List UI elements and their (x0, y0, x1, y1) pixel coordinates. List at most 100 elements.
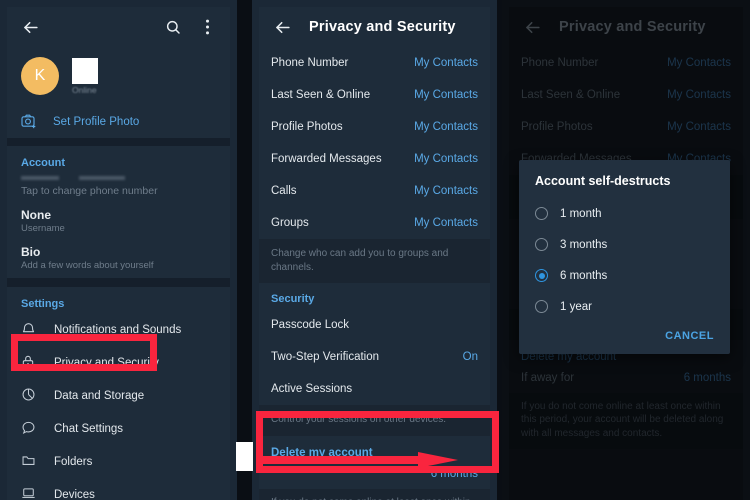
groups-hint: Change who can add you to groups and cha… (259, 239, 490, 283)
option-label: 6 months (560, 269, 608, 282)
username-label: Username (21, 223, 65, 234)
sidebar-item-privacy-and-security[interactable]: Privacy and Security (7, 346, 230, 379)
delete-account-hint: If you do not come online at least once … (259, 488, 490, 500)
security-row-passcode-lock[interactable]: Passcode Lock (259, 309, 490, 341)
profile-name-redacted (72, 57, 98, 84)
row-label: Calls (271, 185, 297, 197)
avatar: K (21, 57, 59, 95)
sidebar-item-notifications[interactable]: Notifications and Sounds (7, 313, 230, 346)
radio-icon-selected[interactable] (535, 269, 548, 282)
cancel-button[interactable]: CANCEL (665, 330, 714, 342)
sidebar-item-folders[interactable]: Folders (7, 445, 230, 478)
set-profile-photo-label: Set Profile Photo (53, 115, 140, 128)
sidebar-item-devices[interactable]: Devices (7, 478, 230, 500)
sidebar-item-label: Data and Storage (54, 389, 145, 402)
bell-icon (21, 321, 38, 338)
overflow-menu-icon[interactable] (196, 16, 218, 38)
username-row[interactable]: None Username (7, 204, 230, 241)
row-label: Groups (271, 217, 309, 229)
profile-header[interactable]: K Online (7, 47, 230, 105)
section-divider (7, 138, 230, 146)
panel-gap-marker (236, 442, 253, 471)
row-value: On (462, 351, 478, 363)
row-value: My Contacts (414, 185, 478, 197)
camera-add-icon (21, 114, 37, 129)
option-1-month[interactable]: 1 month (519, 198, 730, 229)
privacy-row-calls[interactable]: Calls My Contacts (259, 175, 490, 207)
username-value: None (21, 208, 51, 222)
radio-icon[interactable] (535, 238, 548, 251)
sidebar-item-label: Chat Settings (54, 422, 124, 435)
row-label: Phone Number (271, 57, 349, 69)
settings-section-header: Settings (7, 287, 230, 313)
sidebar-item-chat-settings[interactable]: Chat Settings (7, 412, 230, 445)
delete-account-value: 6 months (430, 467, 478, 480)
privacy-row-groups[interactable]: Groups My Contacts (259, 207, 490, 239)
account-self-destructs-dialog: Account self-destructs 1 month 3 months … (519, 160, 730, 354)
row-label: Active Sessions (271, 383, 353, 395)
security-section-header: Security (259, 283, 490, 309)
delete-account-title: Delete my account (271, 446, 373, 459)
arrow-left-icon[interactable] (19, 16, 41, 38)
privacy-row-last-seen[interactable]: Last Seen & Online My Contacts (259, 79, 490, 111)
lock-icon (21, 354, 38, 371)
bio-label: Add a few words about yourself (21, 260, 154, 271)
row-label: Two-Step Verification (271, 351, 380, 363)
delete-account-row[interactable]: 6 months (271, 459, 478, 489)
option-label: 1 month (560, 207, 602, 220)
sidebar-item-label: Notifications and Sounds (54, 323, 182, 336)
chat-bubble-icon (21, 420, 38, 437)
row-value: My Contacts (414, 57, 478, 69)
arrow-left-icon[interactable] (271, 16, 293, 38)
search-icon[interactable] (162, 16, 184, 38)
option-label: 1 year (560, 300, 592, 313)
set-profile-photo-row[interactable]: Set Profile Photo (7, 105, 230, 138)
bio-row[interactable]: Bio Add a few words about yourself (7, 241, 230, 278)
security-row-active-sessions[interactable]: Active Sessions (259, 373, 490, 405)
screenshot-stage: K Online Set Profile Photo Account Tap t… (0, 0, 750, 500)
option-1-year[interactable]: 1 year (519, 291, 730, 322)
profile-name-block: Online (72, 57, 98, 95)
option-6-months[interactable]: 6 months (519, 260, 730, 291)
privacy-row-profile-photos[interactable]: Profile Photos My Contacts (259, 111, 490, 143)
phone-number-row[interactable]: Tap to change phone number (7, 172, 230, 204)
sidebar-item-label: Folders (54, 455, 93, 468)
delete-account-block[interactable]: Delete my account 6 months (259, 435, 490, 489)
privacy-row-phone-number[interactable]: Phone Number My Contacts (259, 47, 490, 79)
sessions-hint: Control your sessions on other devices. (259, 405, 490, 436)
row-label: Passcode Lock (271, 319, 349, 331)
sidebar-item-label: Privacy and Security (54, 356, 159, 369)
security-row-two-step-verification[interactable]: Two-Step Verification On (259, 341, 490, 373)
row-label: Profile Photos (271, 121, 343, 133)
row-value: My Contacts (414, 121, 478, 133)
section-divider-2 (7, 278, 230, 287)
dialog-title: Account self-destructs (535, 174, 671, 188)
page-title: Privacy and Security (309, 19, 456, 35)
dialog-actions: CANCEL (519, 322, 730, 348)
folder-icon (21, 453, 38, 470)
privacy-appbar: Privacy and Security (259, 7, 490, 47)
settings-appbar (7, 7, 230, 47)
sidebar-item-data-and-storage[interactable]: Data and Storage (7, 379, 230, 412)
privacy-panel: Privacy and Security Phone Number My Con… (252, 0, 497, 500)
row-value: My Contacts (414, 217, 478, 229)
privacy-row-forwarded-messages[interactable]: Forwarded Messages My Contacts (259, 143, 490, 175)
settings-panel: K Online Set Profile Photo Account Tap t… (0, 0, 237, 500)
pie-chart-icon (21, 387, 38, 404)
row-value: My Contacts (414, 153, 478, 165)
account-section-header: Account (7, 146, 230, 172)
phone-number-hint: Tap to change phone number (21, 185, 158, 197)
option-label: 3 months (560, 238, 608, 251)
radio-icon[interactable] (535, 207, 548, 220)
option-3-months[interactable]: 3 months (519, 229, 730, 260)
laptop-icon (21, 486, 38, 500)
row-label: Forwarded Messages (271, 153, 382, 165)
profile-status: Online (72, 84, 97, 95)
row-label: Last Seen & Online (271, 89, 371, 101)
row-value: My Contacts (414, 89, 478, 101)
privacy-panel-content: Privacy and Security Phone Number My Con… (259, 7, 490, 500)
settings-panel-content: K Online Set Profile Photo Account Tap t… (7, 7, 230, 500)
phone-number-redacted (21, 176, 216, 181)
sidebar-item-label: Devices (54, 488, 95, 500)
radio-icon[interactable] (535, 300, 548, 313)
